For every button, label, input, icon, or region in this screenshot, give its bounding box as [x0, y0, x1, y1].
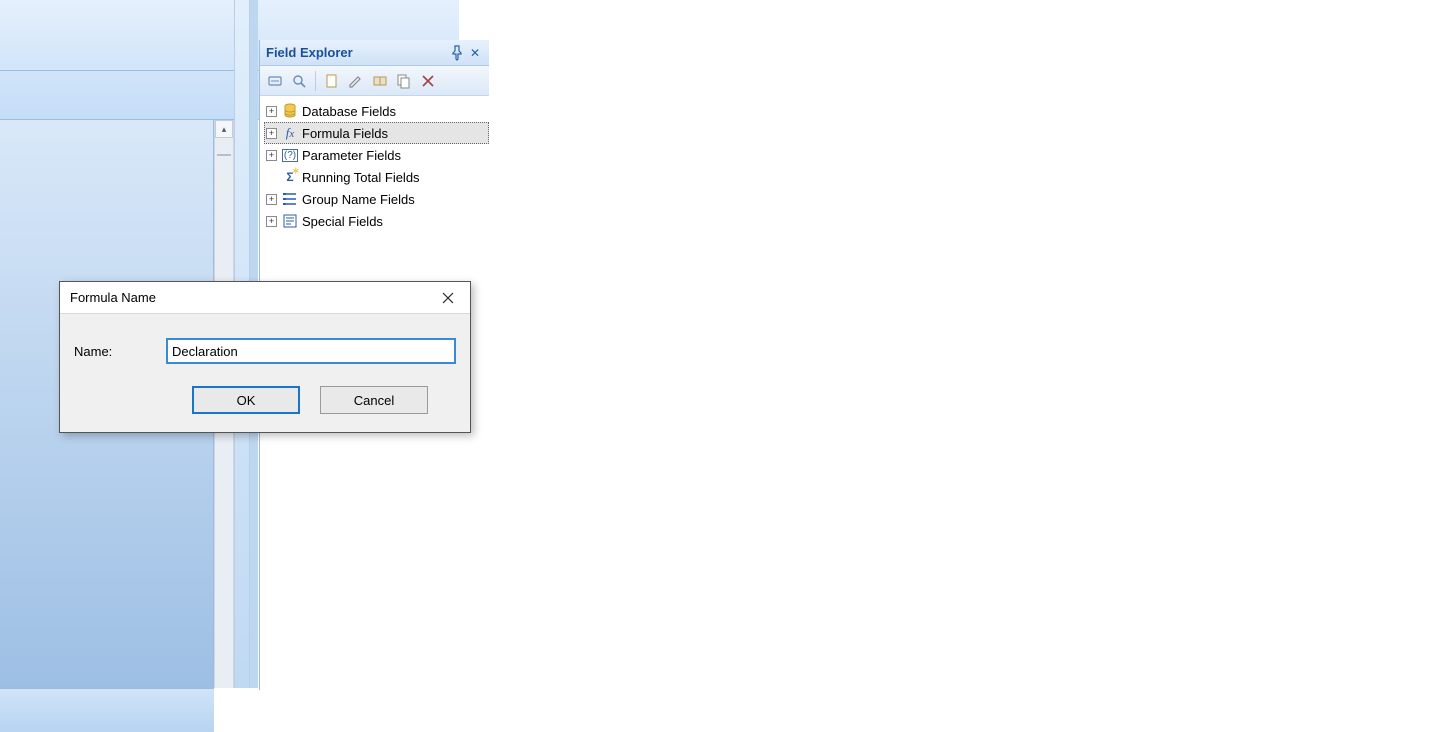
dialog-body: Name: OK Cancel — [60, 314, 470, 426]
ok-button[interactable]: OK — [192, 386, 300, 414]
scroll-up-button[interactable]: ▴ — [215, 120, 233, 138]
tree-item-group-name[interactable]: + Group Name Fields — [264, 188, 489, 210]
delete-button[interactable] — [417, 70, 439, 92]
scroll-thumb[interactable] — [217, 154, 231, 156]
formula-name-dialog: Formula Name Name: OK Cancel — [59, 281, 471, 433]
pin-icon[interactable] — [449, 45, 465, 61]
tree-item-label: Special Fields — [302, 214, 383, 229]
tree-item-label: Running Total Fields — [302, 170, 420, 185]
new-button[interactable] — [321, 70, 343, 92]
field-tree: + Database Fields + fxFormula Fields + (?)Par… — [260, 96, 489, 232]
rename-button[interactable] — [369, 70, 391, 92]
special-icon — [281, 213, 299, 229]
expand-toggle[interactable]: + — [266, 216, 277, 227]
expand-toggle[interactable]: + — [266, 128, 277, 139]
tree-item-label: Database Fields — [302, 104, 396, 119]
cancel-button[interactable]: Cancel — [320, 386, 428, 414]
tree-item-database[interactable]: + Database Fields — [264, 100, 489, 122]
group-name-icon — [281, 191, 299, 207]
insert-field-button[interactable] — [264, 70, 286, 92]
tree-item-running-total[interactable]: Σ✶Running Total Fields — [264, 166, 489, 188]
tree-item-label: Formula Fields — [302, 126, 388, 141]
expand-toggle[interactable]: + — [266, 106, 277, 117]
panel-title: Field Explorer — [266, 45, 447, 60]
panel-toolbar — [260, 66, 489, 96]
running-total-icon: Σ✶ — [281, 169, 299, 185]
design-footer — [0, 688, 214, 732]
tree-item-parameter[interactable]: + (?)Parameter Fields — [264, 144, 489, 166]
panel-titlebar: Field Explorer ✕ — [260, 40, 489, 66]
tree-item-label: Group Name Fields — [302, 192, 415, 207]
name-label: Name: — [74, 344, 166, 359]
duplicate-button[interactable] — [393, 70, 415, 92]
dialog-close-button[interactable] — [426, 283, 470, 313]
dialog-titlebar: Formula Name — [60, 282, 470, 314]
edit-button[interactable] — [345, 70, 367, 92]
database-icon — [281, 103, 299, 119]
close-icon[interactable]: ✕ — [467, 45, 483, 61]
toolbar-separator — [315, 71, 316, 91]
fx-icon: fx — [281, 125, 299, 141]
tree-item-special[interactable]: + Special Fields — [264, 210, 489, 232]
parameter-icon: (?) — [281, 147, 299, 163]
tree-item-label: Parameter Fields — [302, 148, 401, 163]
expand-toggle[interactable]: + — [266, 194, 277, 205]
name-input[interactable] — [166, 338, 456, 364]
expand-toggle[interactable]: + — [266, 150, 277, 161]
expand-toggle — [266, 172, 277, 183]
tree-item-fx[interactable]: + fxFormula Fields — [264, 122, 489, 144]
dialog-title: Formula Name — [70, 290, 426, 305]
browse-data-button[interactable] — [288, 70, 310, 92]
